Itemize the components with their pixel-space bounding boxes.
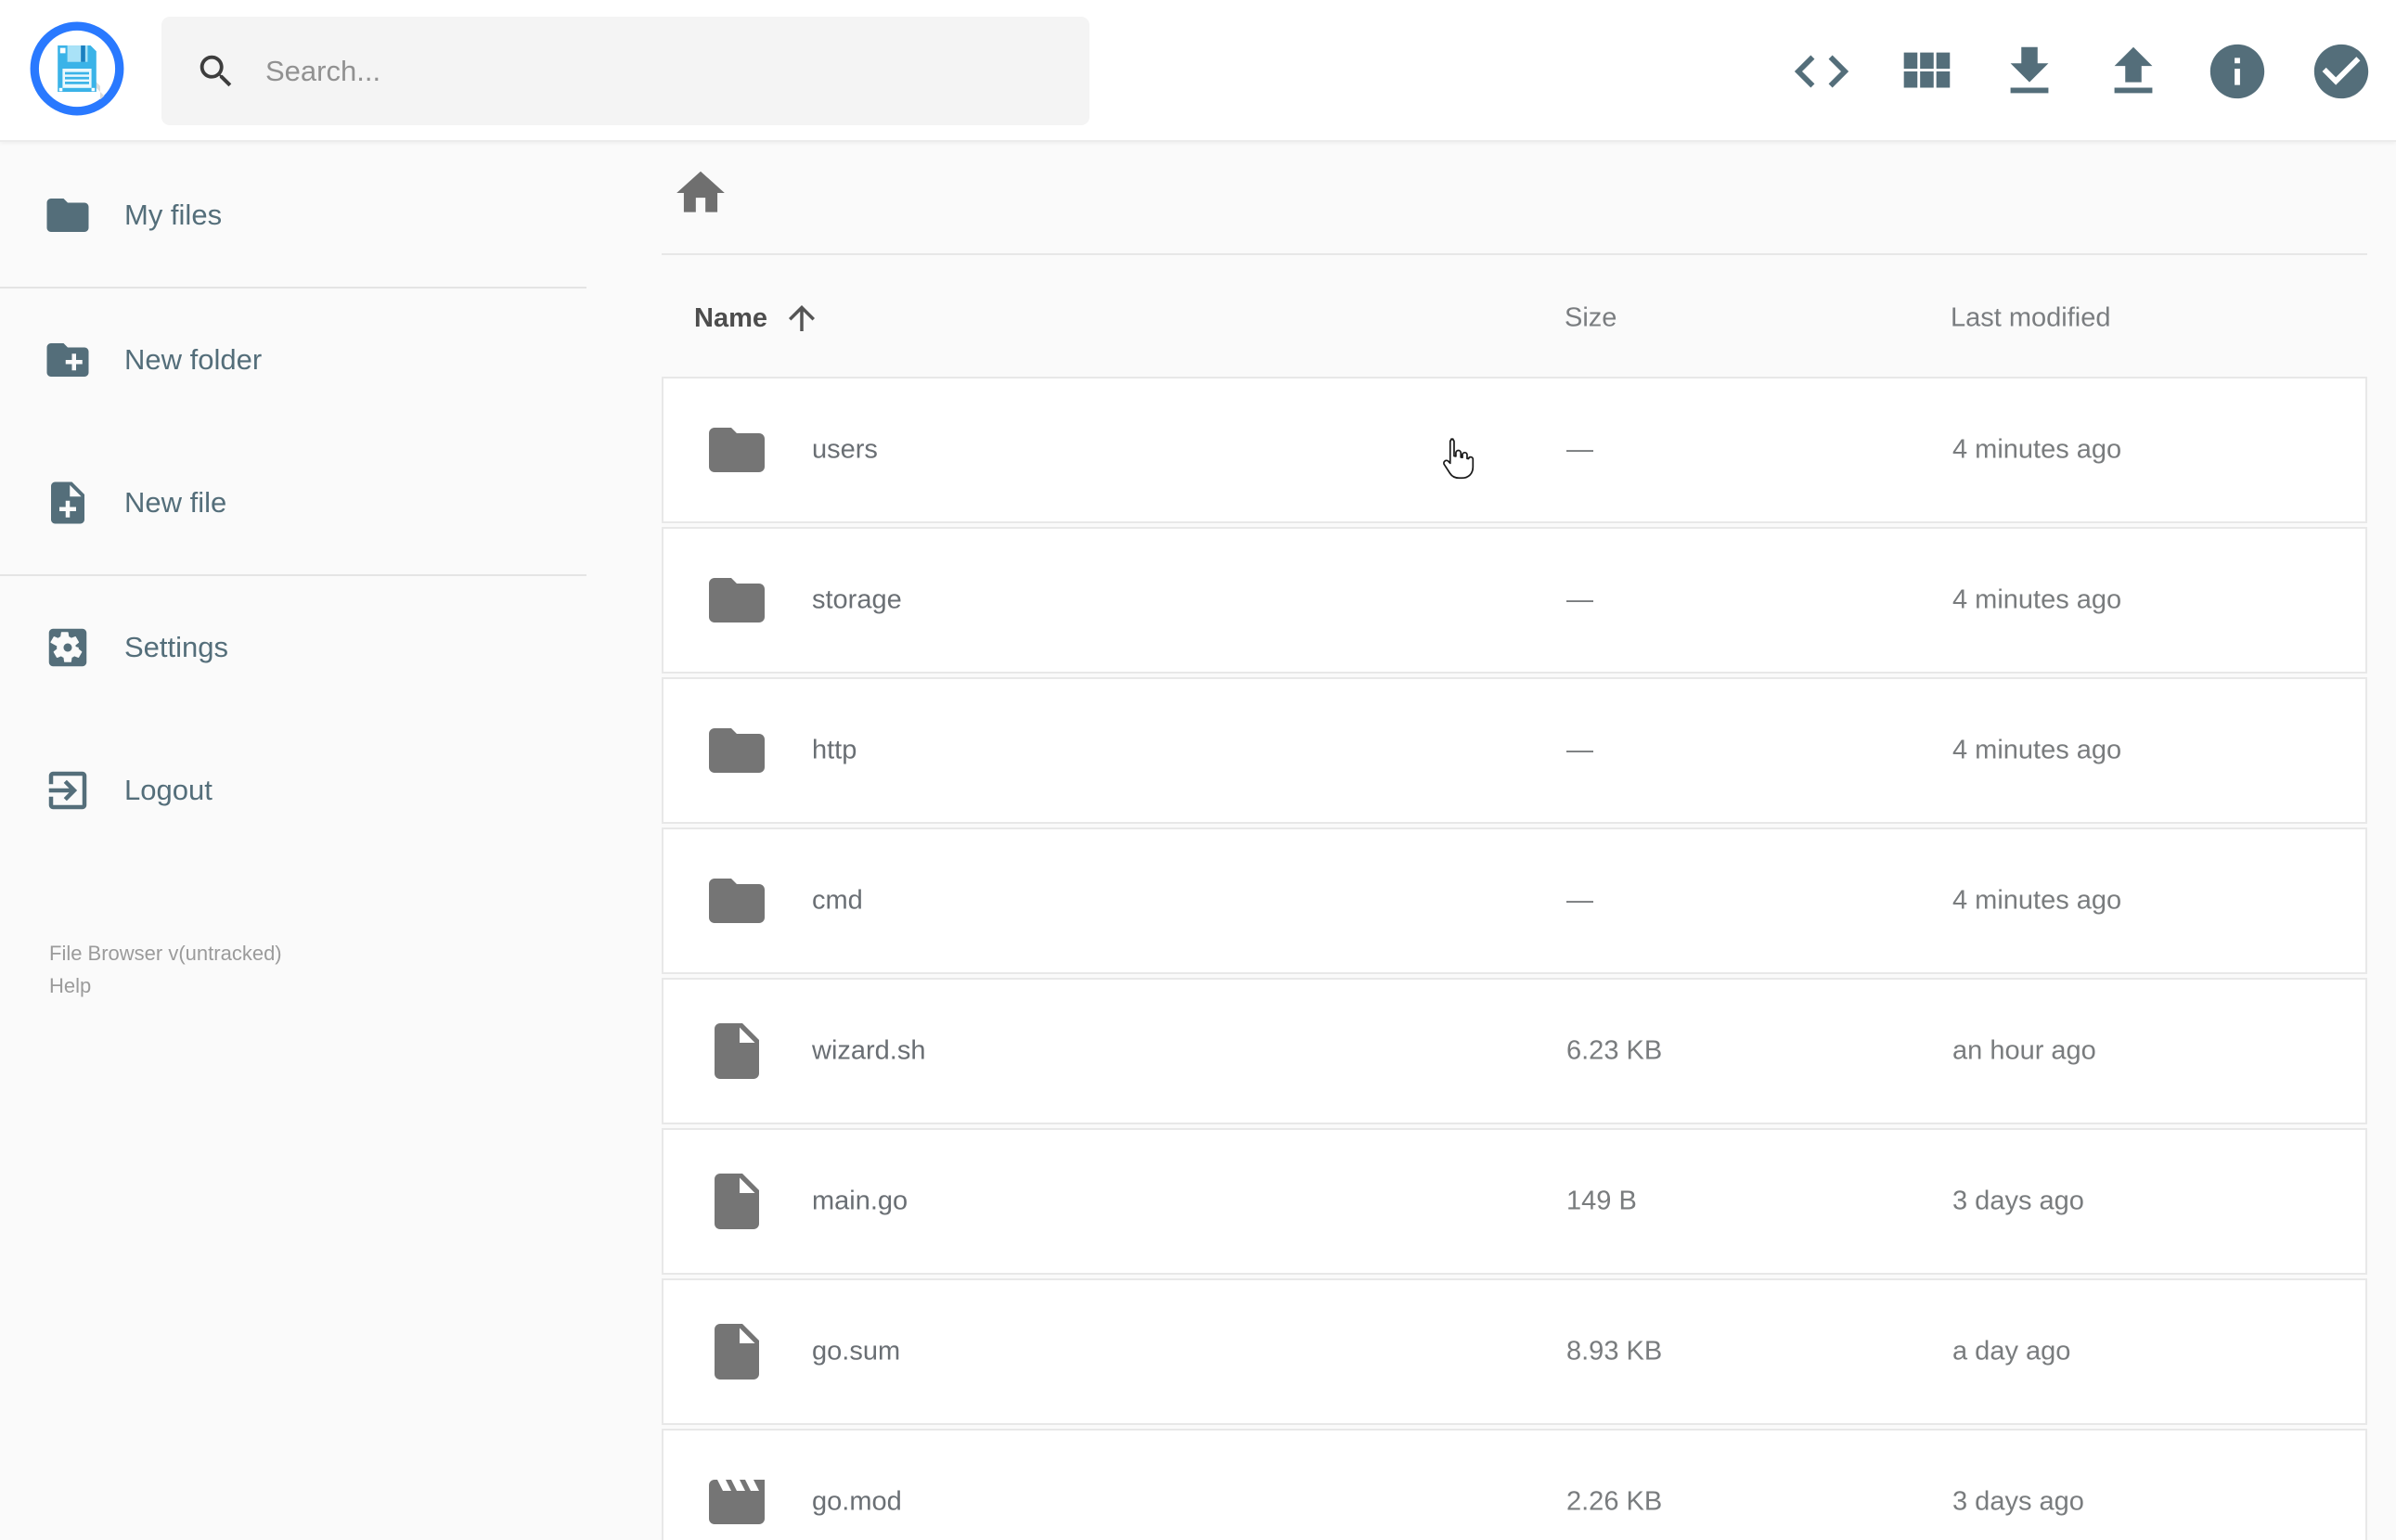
row-name: go.mod (812, 1486, 902, 1517)
upload-button[interactable] (2101, 39, 2166, 104)
sidebar-item-label: Settings (124, 631, 229, 663)
row-type-icon-cell (703, 1318, 770, 1385)
sort-ascending-icon (789, 305, 815, 331)
settings-icon (48, 628, 87, 667)
table-row-http[interactable]: http — 4 minutes ago (662, 677, 2367, 824)
row-size: — (1566, 885, 1593, 916)
column-header-modified[interactable]: Last modified (1951, 303, 2111, 334)
row-modified: 3 days ago (1952, 1486, 2084, 1517)
file-icon (715, 1174, 759, 1229)
row-size: 2.26 KB (1566, 1486, 1663, 1517)
new-file-icon (51, 481, 84, 524)
search-icon (200, 55, 232, 86)
row-name: main.go (812, 1186, 908, 1216)
column-header-size[interactable]: Size (1565, 303, 1617, 334)
grid-view-icon (1903, 52, 1951, 87)
home-icon (676, 171, 725, 212)
breadcrumb-divider (662, 253, 2367, 255)
table-row-users[interactable]: users — 4 minutes ago (662, 377, 2367, 523)
row-size: 149 B (1566, 1186, 1637, 1216)
folder-icon (709, 428, 765, 472)
info-button[interactable] (2205, 39, 2270, 104)
table-row-storage[interactable]: storage — 4 minutes ago (662, 527, 2367, 674)
new-folder-icon (46, 343, 89, 377)
row-name: storage (812, 584, 902, 615)
download-icon (2010, 46, 2049, 93)
breadcrumb-home-button[interactable] (672, 164, 729, 222)
row-modified: 4 minutes ago (1952, 735, 2122, 765)
movie-icon (709, 1480, 765, 1524)
sidebar-item-label: Logout (124, 774, 213, 806)
sidebar-nav: My files New folder New file Settings Logout (0, 144, 612, 862)
table-row-main.go[interactable]: main.go 149 B 3 days ago (662, 1128, 2367, 1275)
grid-view-button[interactable] (1893, 39, 1958, 104)
row-size: — (1566, 735, 1593, 765)
row-type-icon-cell (703, 867, 770, 934)
row-size: 6.23 KB (1566, 1035, 1663, 1066)
floppy-disk-logo-icon (30, 21, 124, 116)
file-icon (715, 1023, 759, 1079)
file-rows: users — 4 minutes ago storage — 4 minutes ago… (662, 377, 2367, 1540)
code-icon (1794, 55, 1849, 87)
row-type-icon-cell (703, 417, 770, 483)
header-actions (1789, 0, 2374, 142)
sidebar-item-label: New folder (124, 343, 263, 376)
upload-icon (2114, 46, 2153, 93)
sidebar-item-settings[interactable]: Settings (0, 576, 612, 719)
row-modified: 3 days ago (1952, 1186, 2084, 1216)
row-name: go.sum (812, 1336, 901, 1367)
row-type-icon-cell (703, 1018, 770, 1084)
folder-icon (709, 728, 765, 773)
info-icon (2209, 44, 2265, 98)
help-link[interactable]: Help (49, 969, 282, 1002)
sidebar-item-label: New file (124, 486, 227, 519)
row-name: users (812, 434, 878, 465)
row-size: — (1566, 584, 1593, 615)
row-type-icon-cell (703, 1168, 770, 1235)
row-type-icon-cell (703, 1469, 770, 1535)
select-multiple-button[interactable] (2309, 39, 2374, 104)
folder-icon (709, 578, 765, 622)
row-modified: a day ago (1952, 1336, 2071, 1367)
switch-view-button[interactable] (1789, 39, 1854, 104)
table-row-go.sum[interactable]: go.sum 8.93 KB a day ago (662, 1278, 2367, 1425)
sidebar-item-my-files[interactable]: My files (0, 144, 612, 287)
folder-icon (709, 879, 765, 923)
app-version-text: File Browser v(untracked) (49, 942, 282, 965)
table-row-wizard.sh[interactable]: wizard.sh 6.23 KB an hour ago (662, 978, 2367, 1124)
row-name: wizard.sh (812, 1035, 926, 1066)
sidebar-item-new-folder[interactable]: New folder (0, 289, 612, 431)
search-input[interactable] (265, 54, 1063, 88)
file-browser-logo (29, 20, 125, 117)
row-size: — (1566, 434, 1593, 465)
file-listing: Name Size Last modified users — 4 minutes … (662, 142, 2374, 1540)
column-header-name-label: Name (694, 302, 767, 333)
logout-icon (48, 771, 87, 810)
sidebar-item-logout[interactable]: Logout (0, 719, 612, 862)
table-row-cmd[interactable]: cmd — 4 minutes ago (662, 828, 2367, 974)
folder-icon (46, 199, 89, 232)
sidebar-item-new-file[interactable]: New file (0, 431, 612, 574)
column-header-name[interactable]: Name (694, 299, 821, 338)
check-circle-icon (2313, 44, 2369, 98)
row-modified: 4 minutes ago (1952, 584, 2122, 615)
row-name: cmd (812, 885, 863, 916)
row-size: 8.93 KB (1566, 1336, 1663, 1367)
listing-header: Name Size Last modified (662, 281, 2367, 355)
table-row-go.mod[interactable]: go.mod 2.26 KB 3 days ago (662, 1429, 2367, 1540)
row-type-icon-cell (703, 717, 770, 784)
download-button[interactable] (1997, 39, 2062, 104)
row-modified: 4 minutes ago (1952, 434, 2122, 465)
sidebar-credits: File Browser v(untracked) Help (49, 937, 282, 1002)
search-bar[interactable] (161, 17, 1089, 125)
app-header (0, 0, 2396, 142)
file-icon (715, 1324, 759, 1380)
sidebar-item-label: My files (124, 199, 223, 231)
sidebar: My files New folder New file Settings Logout… (0, 144, 612, 1540)
row-type-icon-cell (703, 567, 770, 634)
row-modified: an hour ago (1952, 1035, 2096, 1066)
row-name: http (812, 735, 857, 765)
row-modified: 4 minutes ago (1952, 885, 2122, 916)
